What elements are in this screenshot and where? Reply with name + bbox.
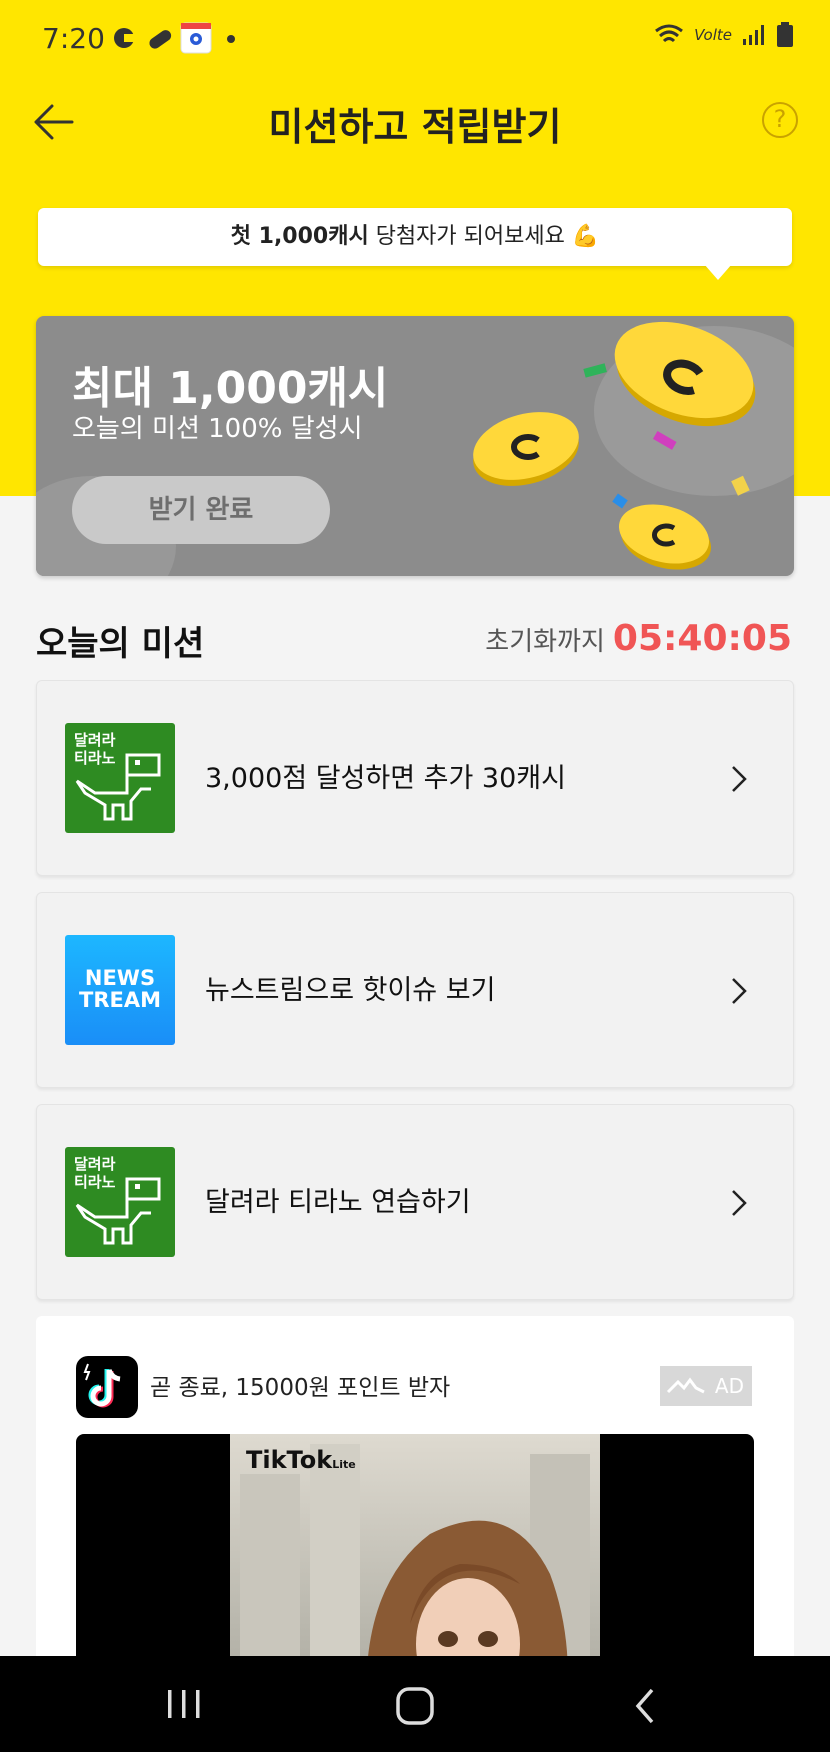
mission-label: 달려라 티라노 연습하기	[205, 1187, 471, 1218]
reset-timer-label: 초기화까지	[485, 627, 605, 657]
back-nav-icon[interactable]	[632, 1686, 660, 1726]
battery-icon	[777, 22, 793, 47]
dinosaur-icon	[75, 753, 161, 821]
chevron-right-icon	[732, 766, 747, 792]
ad-badge-label: AD	[714, 1374, 744, 1398]
ad-network-icon	[666, 1377, 705, 1394]
ad-logo-sub: Lite	[332, 1458, 356, 1471]
tiktok-logo-icon	[83, 1363, 121, 1408]
map-app-icon	[180, 22, 212, 54]
mission-card[interactable]: 달려라 티라노 달려라 티라노 연습하기	[36, 1104, 794, 1300]
promo-bubble-text: 당첨자가 되어보세요 💪	[368, 224, 600, 249]
wifi-icon	[655, 24, 684, 43]
pill-icon	[149, 30, 172, 49]
dino-game-thumbnail: 달려라 티라노	[65, 723, 175, 833]
notification-app-icon	[114, 28, 136, 48]
home-icon[interactable]	[394, 1686, 436, 1726]
ad-text: 곧 종료, 15000원 포인트 받자	[150, 1375, 451, 1401]
thumb-label: TREAM	[79, 988, 161, 1012]
ad-logo-text: TikTok	[246, 1446, 333, 1474]
mission-card[interactable]: NEWS TREAM 뉴스트림으로 핫이슈 보기	[36, 892, 794, 1088]
recent-apps-icon[interactable]	[164, 1686, 204, 1722]
chevron-right-icon	[732, 1190, 747, 1216]
thumb-label: NEWS	[84, 966, 156, 990]
signal-icon	[743, 25, 764, 45]
claim-complete-button[interactable]: 받기 완료	[72, 476, 330, 544]
dinosaur-icon	[75, 1177, 161, 1245]
missions-title: 오늘의 미션	[36, 624, 205, 664]
tiktok-app-icon	[76, 1356, 138, 1418]
ad-badge: AD	[660, 1366, 752, 1406]
status-right: Volte	[654, 22, 794, 48]
chevron-right-icon	[732, 978, 747, 1004]
newstream-thumbnail: NEWS TREAM	[65, 935, 175, 1045]
dino-game-thumbnail: 달려라 티라노	[65, 1147, 175, 1257]
volte-indicator: Volte	[694, 26, 732, 44]
mission-card[interactable]: 달려라 티라노 3,000점 달성하면 추가 30캐시	[36, 680, 794, 876]
mission-label: 뉴스트림으로 핫이슈 보기	[205, 975, 496, 1006]
promo-bubble: 첫 1,000캐시 당첨자가 되어보세요 💪	[38, 208, 792, 266]
coins-illustration	[473, 321, 756, 570]
banner-headline: 최대 1,000캐시	[72, 363, 389, 414]
reset-timer-value: 05:40:05	[612, 618, 792, 659]
page-title: 미션하고 적립받기	[268, 105, 562, 149]
ad-tiktok-wordmark: TikTokLite	[246, 1446, 356, 1474]
reset-timer: 초기화까지 05:40:05	[485, 618, 792, 659]
bubble-tail	[704, 264, 732, 280]
mission-label: 3,000점 달성하면 추가 30캐시	[205, 763, 566, 794]
status-time: 7:20	[42, 22, 105, 55]
reward-banner: 최대 1,000캐시 오늘의 미션 100% 달성시 받기 완료	[36, 316, 794, 576]
status-bar: 7:20 Volte	[0, 0, 830, 78]
more-notifications-dot-icon	[227, 35, 235, 43]
system-nav-bar	[0, 1656, 830, 1752]
banner-subtitle: 오늘의 미션 100% 달성시	[72, 414, 363, 444]
help-icon[interactable]: ?	[762, 102, 798, 138]
promo-bubble-bold: 첫 1,000캐시	[230, 224, 369, 249]
